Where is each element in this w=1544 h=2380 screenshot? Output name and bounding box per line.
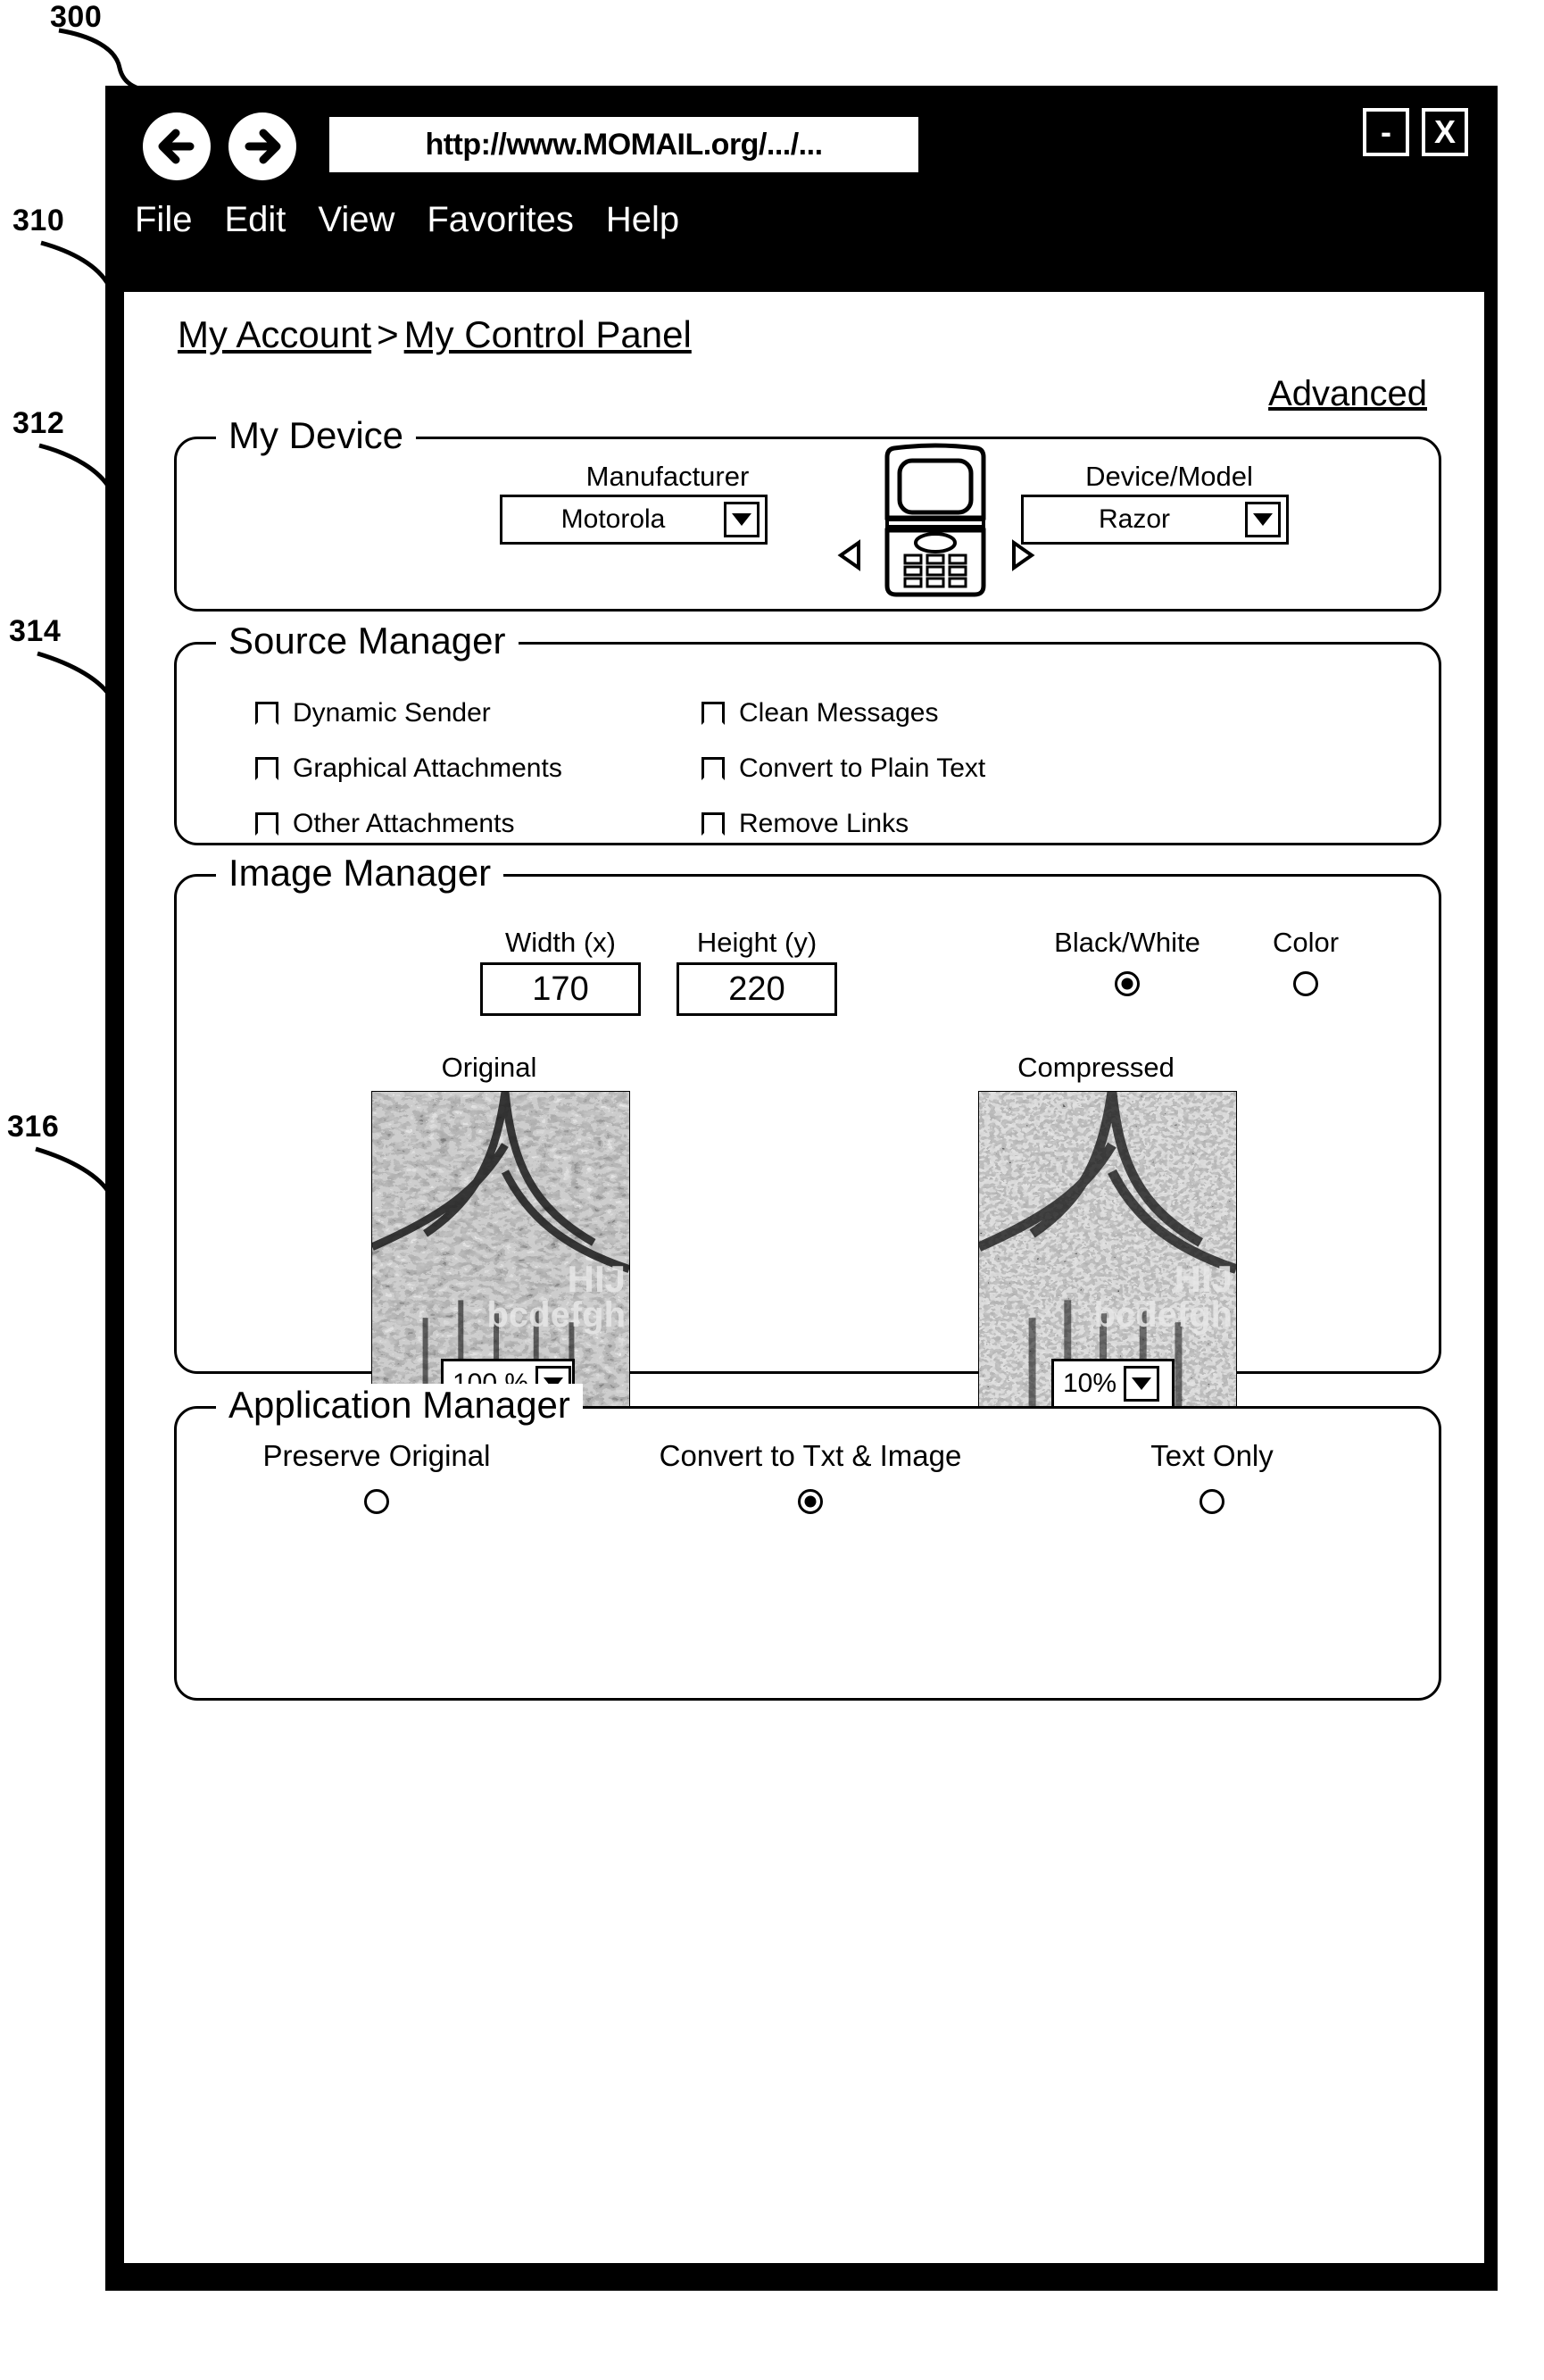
menu-bar: File Edit View Favorites Help [135,192,679,247]
preview-overlay-top: HIJ [567,1258,626,1300]
width-input[interactable]: 170 [480,962,641,1016]
ref-312: 312 [12,406,65,440]
checkbox-dynamic-sender[interactable]: Dynamic Sender [255,698,491,728]
radio-color[interactable]: Color [1230,927,1382,996]
checkbox-other-attachments[interactable]: Other Attachments [255,809,514,839]
checkbox-icon[interactable] [255,757,278,780]
my-device-title: My Device [216,414,417,457]
window-controls: - X [1363,108,1468,156]
minimize-button[interactable]: - [1363,108,1409,156]
checkbox-icon[interactable] [255,812,278,836]
arrow-right-circle-icon [228,112,296,180]
original-caption: Original [441,1052,537,1083]
radio-label: Color [1272,927,1340,958]
checkbox-graphical-attachments[interactable]: Graphical Attachments [255,753,562,784]
breadcrumb: My Account > My Control Panel [178,313,692,356]
flip-phone-icon [884,443,986,597]
manufacturer-select[interactable]: Motorola [500,495,768,545]
advanced-link[interactable]: Advanced [1268,374,1427,414]
application-manager-group: Application Manager Preserve Original Co… [174,1384,1441,1701]
height-input[interactable]: 220 [677,962,837,1016]
checkbox-label: Other Attachments [293,809,515,838]
radio-label: Black/White [1054,927,1200,958]
checkbox-icon[interactable] [701,757,725,780]
forward-button[interactable] [226,110,299,183]
radio-label: Text Only [1150,1439,1274,1472]
radio-icon[interactable] [1293,971,1318,996]
checkbox-convert-to-plain-text[interactable]: Convert to Plain Text [701,753,985,784]
image-manager-title: Image Manager [216,852,504,895]
arrow-left-circle-icon [143,112,211,180]
radio-icon[interactable] [1200,1489,1224,1514]
url-text: http://www.MOMAIL.org/.../... [425,127,823,162]
checkbox-icon[interactable] [255,702,278,725]
menu-item-view[interactable]: View [318,200,394,240]
triangle-right-icon[interactable] [1003,537,1039,573]
chevron-down-icon[interactable] [724,502,760,537]
radio-label: Preserve Original [262,1439,491,1472]
checkbox-icon[interactable] [701,812,725,836]
radio-convert-to-txt-and-image[interactable]: Convert to Txt & Image [623,1439,998,1514]
browser-chrome: http://www.MOMAIL.org/.../... - X File E… [108,88,1495,292]
image-manager-group: Image Manager Width (x) Height (y) 170 2… [174,852,1441,1430]
radio-preserve-original[interactable]: Preserve Original [243,1439,511,1514]
page-content: My Account > My Control Panel Advanced My … [124,292,1484,2263]
menu-item-edit[interactable]: Edit [224,200,286,240]
my-device-group: My Device Manufacturer Motorola Device/M… [174,414,1441,612]
radio-black-white[interactable]: Black/White [1033,927,1221,996]
back-button[interactable] [140,110,213,183]
source-manager-title: Source Manager [216,620,519,662]
menu-item-favorites[interactable]: Favorites [427,200,574,240]
manufacturer-label: Manufacturer [585,461,750,492]
checkbox-remove-links[interactable]: Remove Links [701,809,909,839]
application-manager-title: Application Manager [216,1384,583,1427]
browser-window: http://www.MOMAIL.org/.../... - X File E… [105,86,1498,2291]
ref-310: 310 [12,204,65,237]
compressed-caption: Compressed [1017,1052,1175,1083]
ref-314: 314 [9,614,62,648]
device-model-select[interactable]: Razor [1021,495,1289,545]
checkbox-icon[interactable] [701,702,725,725]
menu-item-help[interactable]: Help [606,200,679,240]
preview-overlay-bottom: bcdefgh [486,1295,626,1335]
radio-label: Convert to Txt & Image [659,1439,962,1472]
radio-icon[interactable] [1115,971,1140,996]
ref-300: 300 [50,0,103,34]
checkbox-label: Graphical Attachments [293,753,562,783]
checkbox-label: Convert to Plain Text [739,753,986,783]
breadcrumb-separator: > [377,313,399,355]
preview-overlay-top: HIJ [1174,1258,1233,1300]
compressed-zoom-select[interactable]: 10% [1051,1359,1175,1409]
source-manager-group: Source Manager Dynamic Sender Graphical … [174,620,1441,845]
device-model-value: Razor [1098,504,1171,534]
checkbox-label: Dynamic Sender [293,698,491,728]
chevron-down-icon[interactable] [1124,1366,1160,1402]
chevron-down-icon[interactable] [1245,502,1281,537]
address-bar[interactable]: http://www.MOMAIL.org/.../... [329,117,918,172]
breadcrumb-my-account[interactable]: My Account [178,313,371,355]
ref-316: 316 [7,1110,60,1144]
checkbox-label: Clean Messages [739,698,939,728]
radio-text-only[interactable]: Text Only [1087,1439,1337,1514]
device-model-label: Device/Model [1085,461,1253,492]
radio-icon[interactable] [364,1489,389,1514]
close-button[interactable]: X [1422,108,1468,156]
radio-icon[interactable] [798,1489,823,1514]
height-label: Height (y) [696,927,818,958]
checkbox-label: Remove Links [739,809,909,838]
checkbox-clean-messages[interactable]: Clean Messages [701,698,938,728]
triangle-left-icon[interactable] [834,537,869,573]
preview-overlay-bottom: bcdefgh [1093,1295,1233,1335]
compressed-zoom-value: 10% [1063,1369,1117,1398]
manufacturer-value: Motorola [560,504,666,534]
breadcrumb-my-control-panel[interactable]: My Control Panel [404,313,692,355]
menu-item-file[interactable]: File [135,200,192,240]
